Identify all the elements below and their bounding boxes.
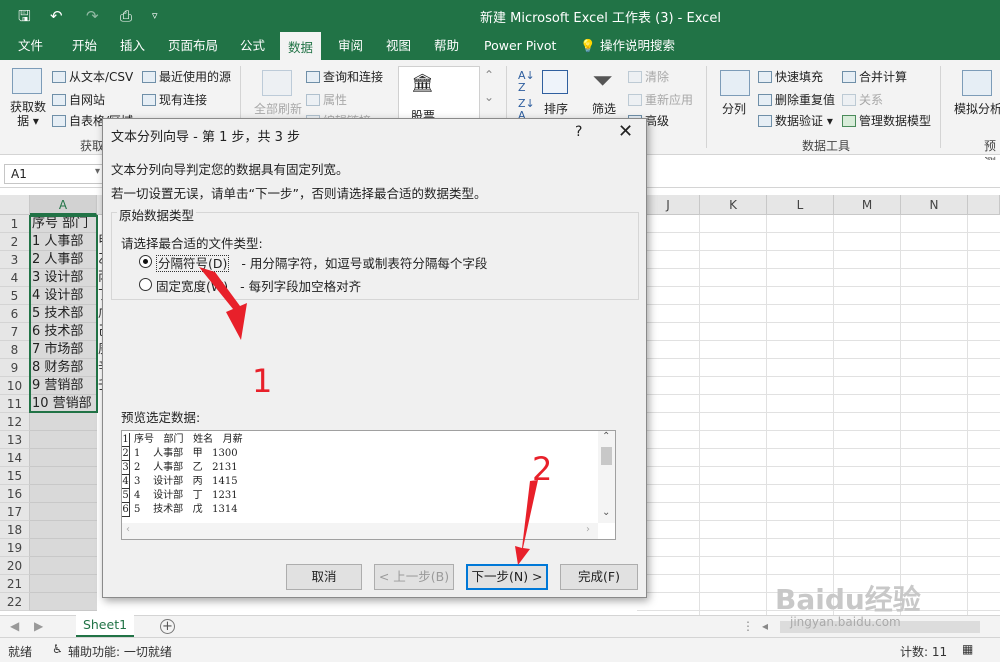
- watermark-logo: Baidu经验: [775, 583, 921, 616]
- annotation-step-2: 2: [532, 450, 553, 488]
- annotation-step-1: 1: [252, 362, 273, 400]
- annotation-arrows: [199, 267, 538, 565]
- arrow-1: [199, 267, 247, 340]
- watermark-url: jingyan.baidu.com: [790, 615, 901, 629]
- arrow-2: [515, 480, 538, 565]
